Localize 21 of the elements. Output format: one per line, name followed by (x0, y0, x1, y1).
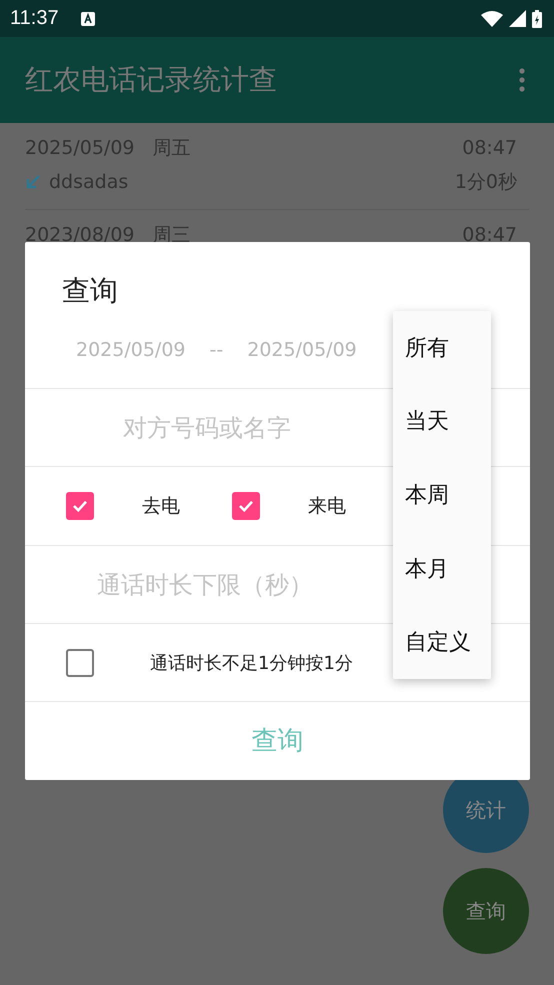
incoming-arrow-icon (25, 174, 41, 190)
app-title: 红农电话记录统计查 (25, 62, 277, 98)
battery-icon (532, 10, 542, 28)
date-separator: -- (210, 339, 224, 361)
name-field[interactable]: 对方号码或名字 (123, 408, 383, 448)
checkbox-label: 去电 (142, 494, 180, 519)
more-menu-icon (519, 68, 525, 92)
menu-item[interactable]: 所有 (393, 311, 491, 385)
signal-icon (509, 10, 526, 27)
checkbox[interactable] (66, 492, 94, 520)
menu-item[interactable]: 自定义 (393, 605, 491, 679)
menu-item[interactable]: 本周 (393, 458, 491, 532)
keyboard-icon (80, 12, 95, 26)
checkbox-label: 通话时长不足1分钟按1分 (150, 652, 353, 674)
checkbox[interactable] (232, 492, 260, 520)
checkbox[interactable] (66, 648, 94, 676)
dialog-title: 查询 (61, 273, 119, 309)
checkbox-label: 来电 (308, 494, 346, 519)
menu-item[interactable]: 当天 (393, 384, 491, 458)
clock: 11:37 (10, 7, 59, 30)
wifi-icon (481, 10, 503, 26)
